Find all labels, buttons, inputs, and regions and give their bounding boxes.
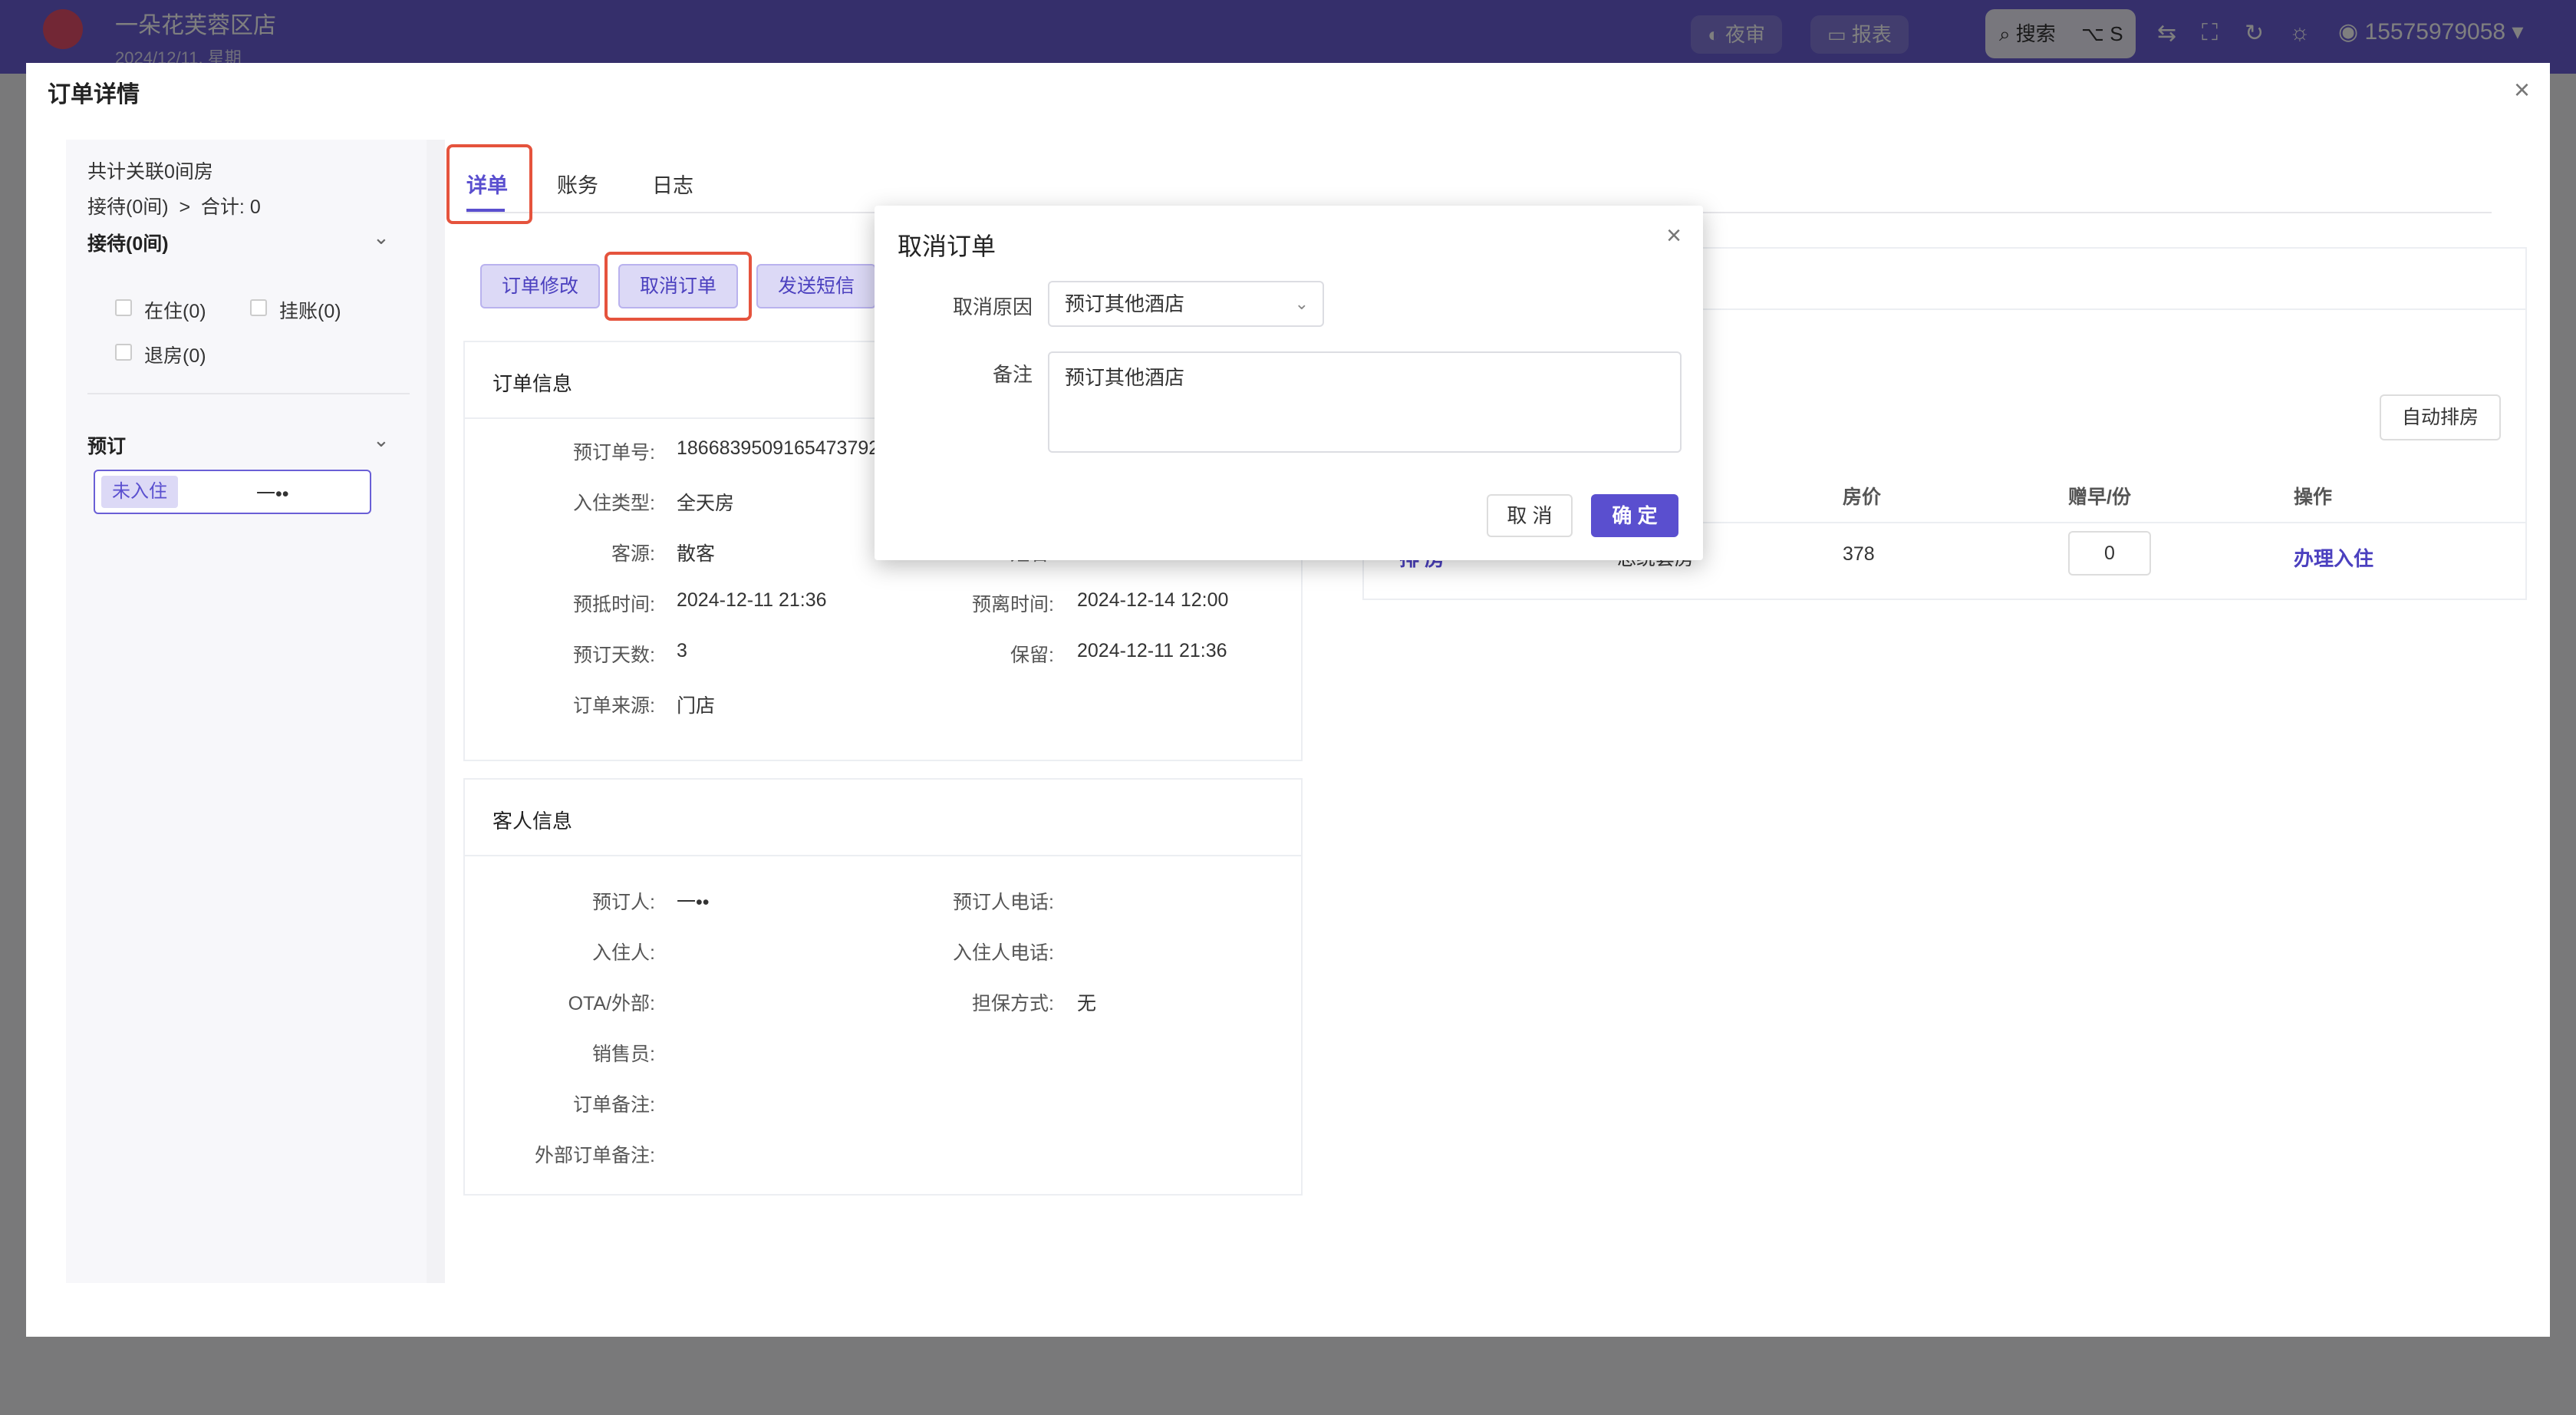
status-badge: 未入住	[101, 476, 178, 508]
chevron-down-icon: ⌄	[1294, 294, 1309, 313]
guest-info-card: 客人信息 预订人: 一•• 预订人电话: 入住人: 入住人电话: OTA/外部:…	[463, 778, 1303, 1196]
field-label: 订单备注:	[573, 1094, 655, 1116]
checkbox-in-house[interactable]	[115, 299, 132, 316]
divider	[87, 393, 410, 394]
cancel-order-dialog: 取消订单 × 取消原因 预订其他酒店 ⌄ 备注 预订其他酒店 取 消 确 定	[875, 206, 1703, 560]
guest-source: 散客	[677, 543, 716, 565]
highlight-box	[446, 144, 532, 224]
field-label: 预订人:	[592, 892, 655, 913]
room-summary-breakdown: 接待(0间) > 合计: 0	[87, 196, 261, 218]
field-label: 预离时间:	[972, 594, 1054, 615]
field-label: 订单来源:	[573, 695, 655, 717]
dialog-title: 取消订单	[898, 233, 996, 260]
remark-label: 备注	[992, 363, 1033, 386]
room-sidebar: 共计关联0间房 接待(0间) > 合计: 0 接待(0间) ⌄ 在住(0) 挂账…	[66, 140, 427, 1283]
field-label: 销售员:	[592, 1044, 655, 1065]
field-label: 预订单号:	[573, 442, 655, 463]
field-label: 入住人:	[592, 942, 655, 964]
dialog-confirm-button[interactable]: 确 定	[1591, 494, 1678, 537]
departure-time: 2024-12-14 12:00	[1077, 589, 1229, 611]
field-label: 保留:	[1010, 645, 1054, 666]
highlight-box	[604, 252, 752, 321]
booker-name: 一••	[677, 892, 710, 913]
room-summary: 共计关联0间房	[87, 161, 213, 183]
reception-section[interactable]: 接待(0间)	[87, 229, 169, 256]
close-icon[interactable]: ×	[1666, 221, 1682, 251]
dialog-cancel-button[interactable]: 取 消	[1487, 494, 1573, 537]
booking-guest-card[interactable]: 未入住 一••	[94, 470, 371, 514]
check-in-link[interactable]: 办理入住	[2294, 543, 2373, 572]
modify-order-button[interactable]: 订单修改	[480, 264, 600, 308]
field-label: 入住人电话:	[953, 942, 1054, 964]
checkbox-label: 在住(0)	[144, 301, 206, 322]
card-header: 客人信息	[465, 780, 1301, 856]
checkbox-label: 退房(0)	[144, 345, 206, 367]
cancel-reason-value: 预订其他酒店	[1065, 292, 1185, 315]
checkbox-on-account[interactable]	[250, 299, 267, 316]
field-label: 客源:	[611, 543, 655, 565]
card-title: 客人信息	[492, 810, 573, 833]
cancel-reason-select[interactable]: 预订其他酒店 ⌄	[1048, 281, 1324, 327]
checkbox-checked-out[interactable]	[115, 344, 132, 361]
field-label: 外部订单备注:	[535, 1145, 655, 1166]
booking-days: 3	[677, 640, 687, 661]
field-label: 担保方式:	[972, 993, 1054, 1014]
chevron-down-icon[interactable]: ⌄	[373, 226, 390, 249]
column-header-breakfast: 赠早/份	[2068, 487, 2131, 508]
breakfast-input[interactable]: 0	[2068, 531, 2151, 576]
stay-type: 全天房	[677, 493, 735, 514]
tab-log[interactable]: 日志	[652, 169, 693, 199]
field-label: 预抵时间:	[573, 594, 655, 615]
room-price: 378	[1843, 543, 1875, 565]
cancel-reason-label: 取消原因	[952, 295, 1033, 318]
remark-textarea[interactable]: 预订其他酒店	[1048, 351, 1682, 453]
guest-name: 一••	[256, 483, 289, 505]
field-label: 预订人电话:	[953, 892, 1054, 913]
close-icon[interactable]: ×	[2514, 74, 2530, 106]
order-number: 1866839509165473792	[677, 437, 880, 459]
column-header-operation: 操作	[2294, 487, 2333, 508]
drawer-title: 订单详情	[48, 82, 140, 107]
field-label: 入住类型:	[573, 493, 655, 514]
send-sms-button[interactable]: 发送短信	[756, 264, 876, 308]
order-channel: 门店	[677, 695, 716, 717]
auto-assign-button[interactable]: 自动排房	[2380, 394, 2501, 440]
tab-billing[interactable]: 账务	[557, 169, 598, 199]
arrival-time: 2024-12-11 21:36	[677, 589, 827, 611]
hold-time: 2024-12-11 21:36	[1077, 640, 1227, 661]
column-header-price: 房价	[1843, 487, 1882, 508]
chevron-down-icon[interactable]: ⌄	[373, 428, 390, 452]
field-label: 预订天数:	[573, 645, 655, 666]
guarantee-method: 无	[1077, 993, 1097, 1014]
booking-section[interactable]: 预订	[87, 431, 126, 459]
checkbox-label: 挂账(0)	[279, 301, 341, 322]
field-label: OTA/外部:	[568, 993, 655, 1014]
card-title: 订单信息	[492, 372, 573, 395]
